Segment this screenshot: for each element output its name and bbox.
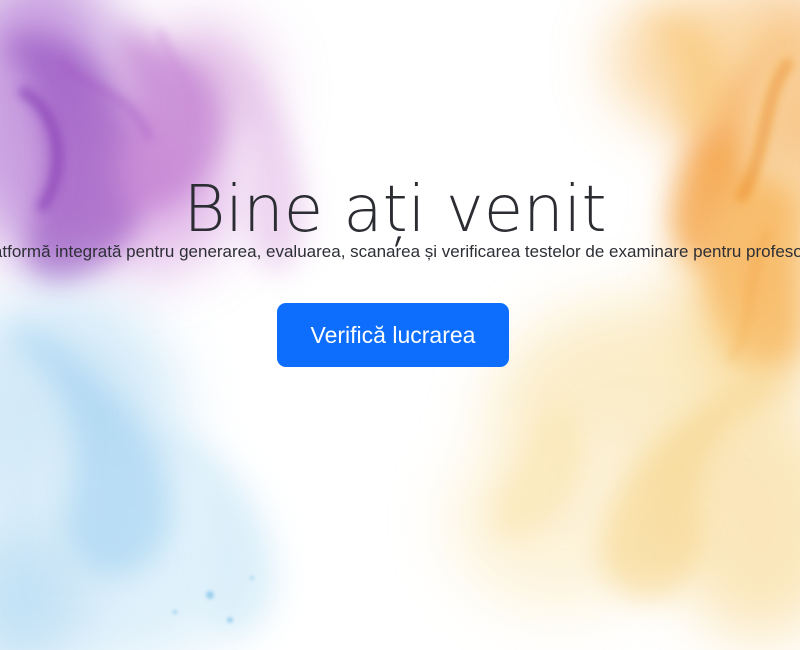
hero-subtitle: Platformă integrată pentru generarea, ev…	[0, 242, 800, 261]
hero-section: Bine ați venit Platformă integrată pentr…	[0, 0, 800, 650]
check-paper-button[interactable]: Verifică lucrarea	[277, 303, 509, 367]
hero-title: Bine ați venit	[183, 172, 607, 247]
